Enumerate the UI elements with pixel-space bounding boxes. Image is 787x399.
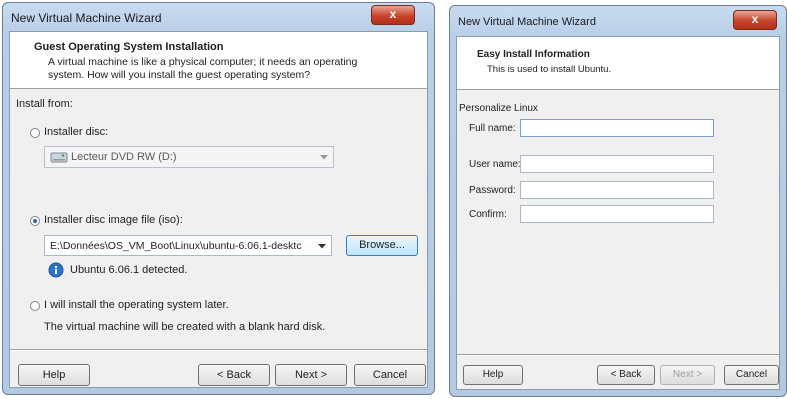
installer-iso-radio[interactable] (30, 216, 40, 226)
disc-drive-value: Lecteur DVD RW (D:) (71, 151, 177, 163)
dvd-drive-icon (50, 152, 68, 163)
chevron-down-icon (320, 155, 328, 160)
wizard-client: Guest Operating System Installation A vi… (9, 31, 428, 388)
header-title: Easy Install Information (477, 49, 590, 60)
footer-divider (457, 354, 779, 356)
header-subtitle-line-1: A virtual machine is like a physical com… (48, 56, 358, 68)
iso-path-combo[interactable]: E:\Données\OS_VM_Boot\Linux\ubuntu-6.06.… (44, 235, 332, 256)
header-subtitle: This is used to install Ubuntu. (487, 64, 612, 75)
detected-os-text: Ubuntu 6.06.1 detected. (70, 264, 188, 276)
browse-button[interactable]: Browse... (346, 235, 418, 256)
installer-disc-radio[interactable] (30, 128, 40, 138)
next-button[interactable]: Next > (275, 364, 347, 386)
help-button[interactable]: Help (18, 364, 90, 386)
iso-path-value: E:\Données\OS_VM_Boot\Linux\ubuntu-6.06.… (50, 240, 302, 252)
window-title: New Virtual Machine Wizard (458, 16, 596, 28)
installer-disc-label[interactable]: Installer disc: (44, 126, 108, 138)
info-icon (48, 262, 64, 278)
chevron-down-icon (318, 244, 326, 249)
wizard-header: Guest Operating System Installation A vi… (10, 32, 427, 89)
close-icon: x (751, 12, 759, 26)
wizard-window-install-source: New Virtual Machine Wizard x Guest Opera… (2, 2, 435, 395)
close-button[interactable]: x (733, 10, 777, 30)
header-title: Guest Operating System Installation (34, 41, 224, 53)
confirm-label: Confirm: (469, 209, 507, 220)
wizard-window-easy-install: New Virtual Machine Wizard x Easy Instal… (449, 5, 787, 397)
close-button[interactable]: x (371, 5, 415, 25)
disc-drive-select[interactable]: Lecteur DVD RW (D:) (44, 146, 334, 168)
confirm-field[interactable] (520, 205, 714, 223)
title-bar[interactable]: New Virtual Machine Wizard x (3, 3, 434, 31)
install-later-radio[interactable] (30, 301, 40, 311)
cancel-button[interactable]: Cancel (724, 365, 779, 385)
password-field[interactable] (520, 181, 714, 199)
full-name-label: Full name: (469, 123, 516, 134)
full-name-field[interactable] (520, 119, 714, 137)
wizard-header: Easy Install Information This is used to… (457, 37, 779, 90)
help-button[interactable]: Help (463, 365, 523, 385)
window-title: New Virtual Machine Wizard (11, 11, 162, 25)
cancel-button[interactable]: Cancel (354, 364, 426, 386)
user-name-field[interactable] (520, 155, 714, 173)
next-button[interactable]: Next > (660, 365, 715, 385)
personalize-linux-label: Personalize Linux (459, 103, 538, 114)
installer-iso-label[interactable]: Installer disc image file (iso): (44, 214, 183, 226)
password-label: Password: (469, 185, 516, 196)
install-later-note: The virtual machine will be created with… (44, 321, 326, 333)
back-button[interactable]: < Back (198, 364, 270, 386)
wizard-client: Easy Install Information This is used to… (456, 36, 780, 390)
footer-divider (10, 349, 427, 351)
user-name-label: User name: (469, 159, 521, 170)
install-later-label[interactable]: I will install the operating system late… (44, 299, 229, 311)
header-subtitle-line-2: system. How will you install the guest o… (48, 69, 311, 81)
back-button[interactable]: < Back (597, 365, 655, 385)
install-from-label: Install from: (16, 98, 73, 110)
title-bar[interactable]: New Virtual Machine Wizard x (450, 6, 786, 34)
close-icon: x (389, 7, 397, 21)
